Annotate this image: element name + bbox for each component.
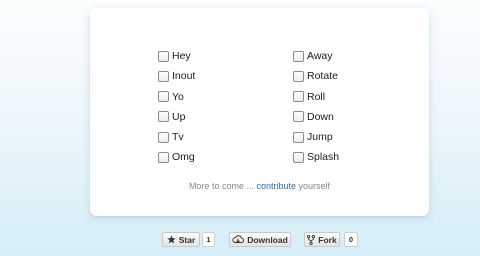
option-label-up: Up [172, 110, 186, 123]
fork-label: Fork [318, 234, 337, 245]
option-label-omg: Omg [172, 151, 195, 164]
option-label-away: Away [307, 50, 333, 62]
option-label-jump: Jump [307, 131, 333, 144]
download-label: Download [247, 234, 288, 245]
checkbox-down[interactable] [293, 111, 304, 123]
checkbox-away[interactable] [293, 50, 304, 62]
option-up[interactable]: Up [158, 107, 293, 127]
star-icon [167, 235, 176, 244]
star-button[interactable]: Star [162, 232, 200, 247]
checkbox-omg[interactable] [158, 151, 169, 163]
fork-button[interactable]: Fork [304, 232, 340, 247]
more-prefix: More to come ... [188, 181, 254, 191]
option-label-hey: Hey [172, 50, 191, 62]
option-label-tv: Tv [172, 131, 184, 144]
checkbox-up[interactable] [158, 111, 169, 123]
option-jump[interactable]: Jump [293, 127, 398, 147]
checkbox-tv[interactable] [158, 131, 169, 143]
checkbox-yo[interactable] [158, 91, 169, 103]
option-inout[interactable]: Inout [158, 66, 293, 86]
more-suffix: yourself [298, 181, 331, 191]
option-label-splash: Splash [307, 151, 340, 164]
star-label: Star [178, 234, 196, 245]
github-buttons-bar: Star 1 Download Fork 0 [0, 232, 480, 247]
checkbox-inout[interactable] [158, 70, 169, 82]
option-down[interactable]: Down [293, 107, 398, 127]
option-label-inout: Inout [172, 70, 196, 83]
options-grid: Hey Away Inout Rotate Yo Roll Up Down Tv… [158, 46, 398, 168]
option-label-yo: Yo [172, 90, 184, 103]
options-card: Hey Away Inout Rotate Yo Roll Up Down Tv… [90, 8, 429, 216]
option-hey[interactable]: Hey [158, 46, 293, 66]
checkbox-hey[interactable] [158, 50, 169, 62]
more-to-come-text: More to come ... contribute yourself [90, 181, 429, 191]
download-button[interactable]: Download [229, 232, 291, 247]
contribute-link[interactable]: contribute [256, 181, 296, 191]
fork-icon [307, 234, 316, 245]
option-splash[interactable]: Splash [293, 147, 398, 167]
checkbox-roll[interactable] [293, 91, 304, 103]
fork-count: 0 [344, 232, 358, 247]
option-roll[interactable]: Roll [293, 87, 398, 107]
option-omg[interactable]: Omg [158, 147, 293, 167]
checkbox-splash[interactable] [293, 151, 304, 163]
star-count: 1 [202, 232, 215, 247]
option-label-rotate: Rotate [307, 70, 338, 83]
option-tv[interactable]: Tv [158, 127, 293, 147]
cloud-download-icon [232, 235, 245, 244]
option-label-roll: Roll [307, 90, 326, 103]
option-rotate[interactable]: Rotate [293, 66, 398, 86]
option-label-down: Down [307, 110, 334, 123]
checkbox-rotate[interactable] [293, 70, 304, 82]
option-away[interactable]: Away [293, 46, 398, 66]
option-yo[interactable]: Yo [158, 87, 293, 107]
checkbox-jump[interactable] [293, 131, 304, 143]
